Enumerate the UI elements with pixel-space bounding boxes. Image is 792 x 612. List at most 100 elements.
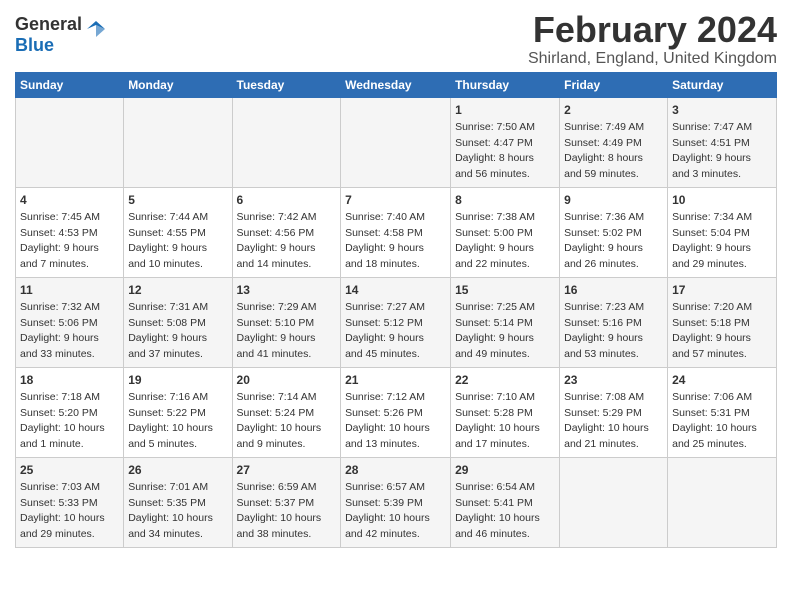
col-header-monday: Monday <box>124 72 232 97</box>
day-info: Sunrise: 7:29 AMSunset: 5:10 PMDaylight:… <box>237 301 317 359</box>
calendar-cell: 25Sunrise: 7:03 AMSunset: 5:33 PMDayligh… <box>16 457 124 547</box>
day-info: Sunrise: 7:14 AMSunset: 5:24 PMDaylight:… <box>237 391 322 449</box>
day-number: 3 <box>672 102 772 119</box>
day-info: Sunrise: 7:06 AMSunset: 5:31 PMDaylight:… <box>672 391 757 449</box>
day-number: 11 <box>20 282 119 299</box>
day-info: Sunrise: 6:59 AMSunset: 5:37 PMDaylight:… <box>237 481 322 539</box>
day-number: 1 <box>455 102 555 119</box>
day-number: 12 <box>128 282 227 299</box>
logo-general-text: General Blue <box>15 14 82 56</box>
day-info: Sunrise: 6:57 AMSunset: 5:39 PMDaylight:… <box>345 481 430 539</box>
calendar-cell: 19Sunrise: 7:16 AMSunset: 5:22 PMDayligh… <box>124 367 232 457</box>
calendar-cell: 18Sunrise: 7:18 AMSunset: 5:20 PMDayligh… <box>16 367 124 457</box>
day-number: 19 <box>128 372 227 389</box>
day-info: Sunrise: 7:03 AMSunset: 5:33 PMDaylight:… <box>20 481 105 539</box>
calendar-cell: 11Sunrise: 7:32 AMSunset: 5:06 PMDayligh… <box>16 277 124 367</box>
calendar-cell: 24 Sunrise: 7:06 AMSunset: 5:31 PMDayligh… <box>668 367 777 457</box>
calendar-cell: 3 Sunrise: 7:47 AMSunset: 4:51 PMDaylight… <box>668 97 777 187</box>
calendar-cell: 15 Sunrise: 7:25 AMSunset: 5:14 PMDayligh… <box>451 277 560 367</box>
day-info: Sunrise: 7:34 AMSunset: 5:04 PMDaylight:… <box>672 211 752 269</box>
col-header-sunday: Sunday <box>16 72 124 97</box>
calendar-cell: 29Sunrise: 6:54 AMSunset: 5:41 PMDayligh… <box>451 457 560 547</box>
calendar-cell <box>124 97 232 187</box>
month-title: February 2024 <box>528 10 777 50</box>
day-info: Sunrise: 6:54 AMSunset: 5:41 PMDaylight:… <box>455 481 540 539</box>
calendar-cell: 22 Sunrise: 7:10 AMSunset: 5:28 PMDayligh… <box>451 367 560 457</box>
day-info: Sunrise: 7:42 AMSunset: 4:56 PMDaylight:… <box>237 211 317 269</box>
calendar-cell: 7 Sunrise: 7:40 AMSunset: 4:58 PMDaylight… <box>341 187 451 277</box>
logo-flag-icon <box>85 19 107 41</box>
day-number: 10 <box>672 192 772 209</box>
calendar-table: SundayMondayTuesdayWednesdayThursdayFrid… <box>15 72 777 548</box>
day-number: 6 <box>237 192 337 209</box>
day-number: 17 <box>672 282 772 299</box>
day-number: 7 <box>345 192 446 209</box>
day-info: Sunrise: 7:47 AMSunset: 4:51 PMDaylight:… <box>672 121 752 179</box>
calendar-cell: 1Sunrise: 7:50 AMSunset: 4:47 PMDaylight… <box>451 97 560 187</box>
day-info: Sunrise: 7:27 AMSunset: 5:12 PMDaylight:… <box>345 301 425 359</box>
title-area: February 2024 Shirland, England, United … <box>528 10 777 68</box>
day-number: 2 <box>564 102 663 119</box>
day-info: Sunrise: 7:08 AMSunset: 5:29 PMDaylight:… <box>564 391 649 449</box>
calendar-cell: 9 Sunrise: 7:36 AMSunset: 5:02 PMDaylight… <box>560 187 668 277</box>
day-info: Sunrise: 7:49 AMSunset: 4:49 PMDaylight:… <box>564 121 644 179</box>
day-info: Sunrise: 7:01 AMSunset: 5:35 PMDaylight:… <box>128 481 213 539</box>
day-info: Sunrise: 7:44 AMSunset: 4:55 PMDaylight:… <box>128 211 208 269</box>
day-number: 28 <box>345 462 446 479</box>
day-number: 26 <box>128 462 227 479</box>
day-number: 24 <box>672 372 772 389</box>
calendar-cell: 28 Sunrise: 6:57 AMSunset: 5:39 PMDayligh… <box>341 457 451 547</box>
calendar-cell: 14 Sunrise: 7:27 AMSunset: 5:12 PMDayligh… <box>341 277 451 367</box>
col-header-thursday: Thursday <box>451 72 560 97</box>
col-header-saturday: Saturday <box>668 72 777 97</box>
day-number: 9 <box>564 192 663 209</box>
calendar-cell: 17Sunrise: 7:20 AMSunset: 5:18 PMDayligh… <box>668 277 777 367</box>
logo: General Blue <box>15 14 107 56</box>
day-number: 21 <box>345 372 446 389</box>
calendar-cell: 13 Sunrise: 7:29 AMSunset: 5:10 PMDayligh… <box>232 277 341 367</box>
day-info: Sunrise: 7:18 AMSunset: 5:20 PMDaylight:… <box>20 391 105 449</box>
calendar-cell <box>668 457 777 547</box>
calendar-cell: 26 Sunrise: 7:01 AMSunset: 5:35 PMDayligh… <box>124 457 232 547</box>
calendar-cell: 20Sunrise: 7:14 AMSunset: 5:24 PMDayligh… <box>232 367 341 457</box>
calendar-cell: 6 Sunrise: 7:42 AMSunset: 4:56 PMDaylight… <box>232 187 341 277</box>
day-number: 27 <box>237 462 337 479</box>
calendar-cell <box>341 97 451 187</box>
calendar-cell: 8 Sunrise: 7:38 AMSunset: 5:00 PMDaylight… <box>451 187 560 277</box>
calendar-cell: 12 Sunrise: 7:31 AMSunset: 5:08 PMDayligh… <box>124 277 232 367</box>
logo-text: General <box>15 14 82 34</box>
day-info: Sunrise: 7:31 AMSunset: 5:08 PMDaylight:… <box>128 301 208 359</box>
calendar-row-2: 11Sunrise: 7:32 AMSunset: 5:06 PMDayligh… <box>16 277 777 367</box>
day-info: Sunrise: 7:40 AMSunset: 4:58 PMDaylight:… <box>345 211 425 269</box>
calendar-cell: 27 Sunrise: 6:59 AMSunset: 5:37 PMDayligh… <box>232 457 341 547</box>
calendar-header: SundayMondayTuesdayWednesdayThursdayFrid… <box>16 72 777 97</box>
day-info: Sunrise: 7:23 AMSunset: 5:16 PMDaylight:… <box>564 301 644 359</box>
day-number: 23 <box>564 372 663 389</box>
calendar-cell: 23 Sunrise: 7:08 AMSunset: 5:29 PMDayligh… <box>560 367 668 457</box>
calendar-cell <box>16 97 124 187</box>
calendar-cell <box>560 457 668 547</box>
calendar-cell: 21 Sunrise: 7:12 AMSunset: 5:26 PMDayligh… <box>341 367 451 457</box>
calendar-cell: 10 Sunrise: 7:34 AMSunset: 5:04 PMDayligh… <box>668 187 777 277</box>
calendar-row-4: 25Sunrise: 7:03 AMSunset: 5:33 PMDayligh… <box>16 457 777 547</box>
calendar-body: 1Sunrise: 7:50 AMSunset: 4:47 PMDaylight… <box>16 97 777 547</box>
calendar-cell: 16Sunrise: 7:23 AMSunset: 5:16 PMDayligh… <box>560 277 668 367</box>
calendar-cell <box>232 97 341 187</box>
calendar-cell: 2 Sunrise: 7:49 AMSunset: 4:49 PMDaylight… <box>560 97 668 187</box>
day-number: 22 <box>455 372 555 389</box>
day-info: Sunrise: 7:25 AMSunset: 5:14 PMDaylight:… <box>455 301 535 359</box>
calendar-cell: 4Sunrise: 7:45 AMSunset: 4:53 PMDaylight… <box>16 187 124 277</box>
header-row: SundayMondayTuesdayWednesdayThursdayFrid… <box>16 72 777 97</box>
col-header-tuesday: Tuesday <box>232 72 341 97</box>
day-number: 8 <box>455 192 555 209</box>
day-number: 15 <box>455 282 555 299</box>
page-header: General Blue February 2024 Shirland, Eng… <box>15 10 777 68</box>
calendar-cell: 5Sunrise: 7:44 AMSunset: 4:55 PMDaylight… <box>124 187 232 277</box>
day-number: 13 <box>237 282 337 299</box>
day-info: Sunrise: 7:36 AMSunset: 5:02 PMDaylight:… <box>564 211 644 269</box>
day-info: Sunrise: 7:12 AMSunset: 5:26 PMDaylight:… <box>345 391 430 449</box>
col-header-friday: Friday <box>560 72 668 97</box>
day-info: Sunrise: 7:38 AMSunset: 5:00 PMDaylight:… <box>455 211 535 269</box>
day-number: 14 <box>345 282 446 299</box>
day-info: Sunrise: 7:10 AMSunset: 5:28 PMDaylight:… <box>455 391 540 449</box>
